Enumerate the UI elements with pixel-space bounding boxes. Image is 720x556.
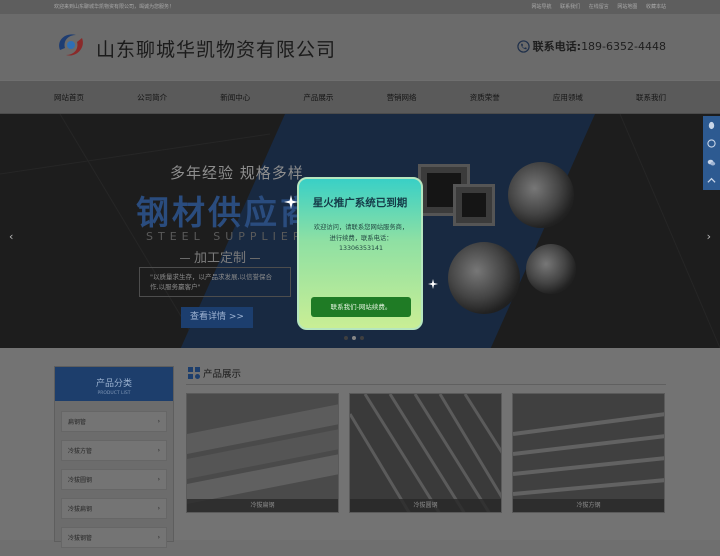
modal-renew-button[interactable]: 联系我们-网站续费。 (311, 297, 411, 317)
expiry-modal: 星火推广系统已到期 欢迎访问，请联系您网站服务商， 进行续费，联系电话： 133… (297, 177, 423, 330)
modal-phone: 13306353141 (338, 245, 384, 252)
modal-title: 星火推广系统已到期 (312, 197, 408, 209)
sparkle-icon (284, 195, 298, 209)
modal-message-line1: 欢迎访问，请联系您网站服务商， (313, 224, 409, 231)
modal-message-line2: 进行续费，联系电话： (329, 234, 393, 242)
sparkle-icon (428, 279, 438, 289)
modal-message: 欢迎访问，请联系您网站服务商， 进行续费，联系电话： 13306353141 (309, 223, 413, 255)
